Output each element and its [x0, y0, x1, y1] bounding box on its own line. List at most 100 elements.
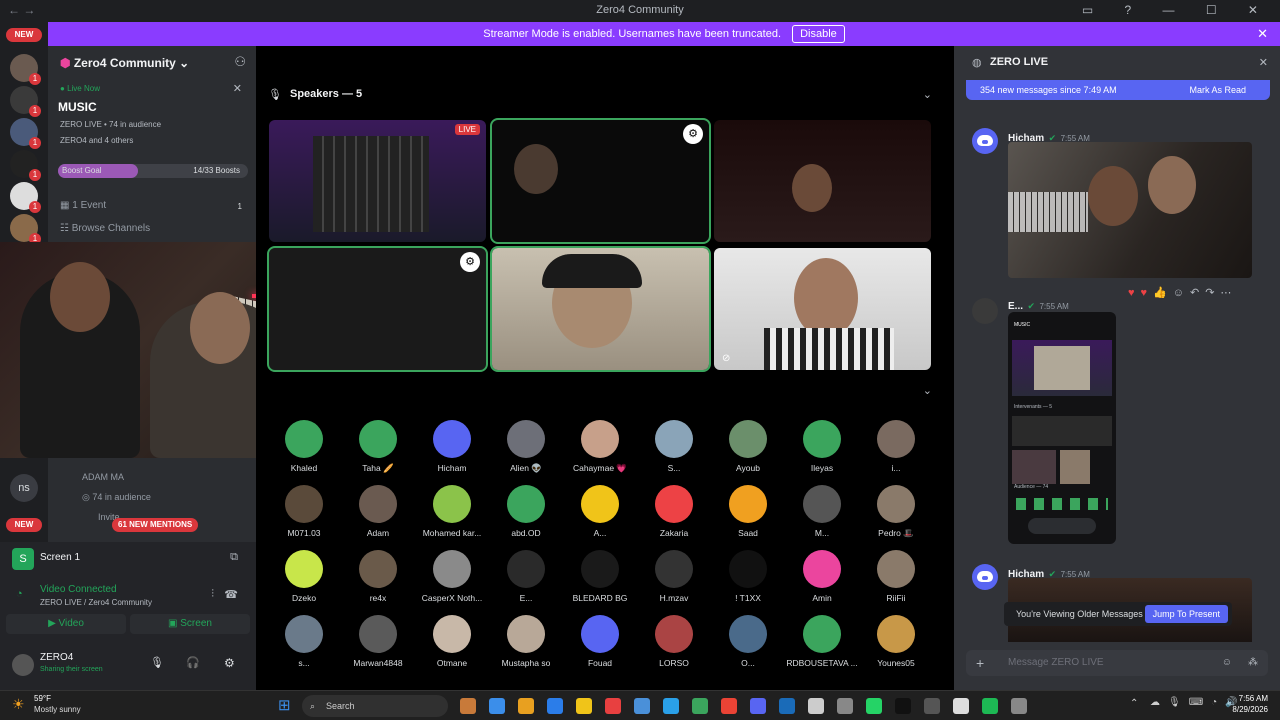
- browse-channels-row[interactable]: ☷ Browse Channels: [60, 223, 150, 234]
- taskbar-app-icon[interactable]: [547, 698, 563, 714]
- disconnect-icon[interactable]: ☎: [224, 588, 238, 601]
- audience-avatar[interactable]: [729, 615, 767, 653]
- audience-avatar[interactable]: [803, 485, 841, 523]
- taskbar-app-icon[interactable]: [663, 698, 679, 714]
- audience-avatar[interactable]: [507, 420, 545, 458]
- audience-avatar[interactable]: [803, 420, 841, 458]
- voice-user-adam[interactable]: ADAM MA: [82, 472, 124, 482]
- taskbar-app-icon[interactable]: [953, 698, 969, 714]
- audience-avatar[interactable]: [729, 420, 767, 458]
- audience-avatar[interactable]: [359, 420, 397, 458]
- server-icon[interactable]: 1: [10, 150, 41, 181]
- disable-button[interactable]: Disable: [792, 25, 845, 43]
- taskbar-app-icon[interactable]: [460, 698, 476, 714]
- server-icon[interactable]: 1: [10, 214, 41, 245]
- popout-icon[interactable]: ⧉: [230, 551, 238, 564]
- audience-avatar[interactable]: [433, 550, 471, 588]
- audience-avatar[interactable]: [877, 615, 915, 653]
- audience-avatar[interactable]: [507, 485, 545, 523]
- audience-avatar[interactable]: [433, 420, 471, 458]
- jump-to-present-button[interactable]: Jump To Present: [1144, 605, 1228, 623]
- taskbar-app-icon[interactable]: [866, 698, 882, 714]
- taskbar-app-icon[interactable]: [924, 698, 940, 714]
- mic-icon[interactable]: 🎙: [150, 656, 164, 669]
- taskbar-app-icon[interactable]: [779, 698, 795, 714]
- live-channel-name[interactable]: MUSIC: [58, 100, 97, 114]
- audience-avatar[interactable]: [655, 615, 693, 653]
- mark-as-read-button[interactable]: Mark As Read: [1189, 80, 1246, 100]
- taskbar-app-icon[interactable]: [721, 698, 737, 714]
- plus-icon[interactable]: +: [976, 650, 984, 676]
- taskbar-app-icon[interactable]: [895, 698, 911, 714]
- audience-avatar[interactable]: [285, 550, 323, 588]
- emoji-icon[interactable]: ☺: [1222, 650, 1232, 676]
- audience-avatar[interactable]: [655, 550, 693, 588]
- taskbar-app-icon[interactable]: [518, 698, 534, 714]
- server-name[interactable]: ⬢ Zero4 Community ⌄: [60, 56, 189, 70]
- audience-avatar[interactable]: [359, 550, 397, 588]
- taskbar-app-icon[interactable]: [692, 698, 708, 714]
- new-messages-bar[interactable]: 354 new messages since 7:49 AM Mark As R…: [966, 80, 1270, 100]
- window-controls[interactable]: ▭ ? — ☐ ✕: [1082, 3, 1272, 17]
- taskbar-app-icon[interactable]: [634, 698, 650, 714]
- close-icon[interactable]: ✕: [1257, 22, 1268, 46]
- events-row[interactable]: ▦ 1 Event: [60, 200, 106, 211]
- server-icon[interactable]: 1: [10, 86, 41, 117]
- video-button[interactable]: ▶ Video: [6, 614, 126, 634]
- audience-avatar[interactable]: [507, 615, 545, 653]
- server-icon[interactable]: 1: [10, 182, 41, 213]
- new-mentions-pill[interactable]: 61 NEW MENTIONS: [112, 518, 199, 532]
- avatar[interactable]: [972, 564, 998, 590]
- settings-gear-icon[interactable]: ⚙: [224, 656, 235, 670]
- audience-avatar[interactable]: [581, 615, 619, 653]
- taskbar-app-icon[interactable]: [982, 698, 998, 714]
- message-input[interactable]: + Message ZERO LIVE ☺ ⁂: [966, 650, 1268, 676]
- audience-avatar[interactable]: [655, 420, 693, 458]
- audience-avatar[interactable]: [285, 485, 323, 523]
- close-icon[interactable]: ✕: [233, 82, 242, 95]
- taskbar-app-icon[interactable]: [576, 698, 592, 714]
- taskbar-app-icon[interactable]: [808, 698, 824, 714]
- clock-time[interactable]: 7:56 AM: [1232, 694, 1268, 703]
- audience-avatar[interactable]: [655, 485, 693, 523]
- message-actions[interactable]: ♥♥👍☺↶↷⋯: [1128, 286, 1237, 299]
- audience-avatar[interactable]: [359, 615, 397, 653]
- noise-suppression-icon[interactable]: ⫶: [211, 588, 214, 601]
- audience-avatar[interactable]: [285, 420, 323, 458]
- voice-location[interactable]: ZERO LIVE / Zero4 Community: [40, 598, 152, 607]
- audience-avatar[interactable]: [729, 485, 767, 523]
- audience-avatar[interactable]: [803, 615, 841, 653]
- taskbar-app-icon[interactable]: [837, 698, 853, 714]
- audience-avatar[interactable]: [803, 550, 841, 588]
- avatar[interactable]: [972, 298, 998, 324]
- apps-icon[interactable]: ⁂: [1248, 650, 1258, 676]
- close-icon[interactable]: ✕: [1259, 56, 1268, 69]
- audience-avatar[interactable]: [581, 485, 619, 523]
- audience-avatar[interactable]: [877, 485, 915, 523]
- audience-avatar[interactable]: [433, 485, 471, 523]
- new-unread-pill[interactable]: NEW: [6, 518, 42, 532]
- taskbar-app-icon[interactable]: [605, 698, 621, 714]
- audience-avatar[interactable]: [729, 550, 767, 588]
- start-icon[interactable]: ⊞: [278, 696, 291, 714]
- message-image-phone[interactable]: MUSIC Intervenants — 5 Audience — 74: [1008, 312, 1116, 544]
- server-icon-ns[interactable]: ns: [10, 474, 38, 502]
- taskbar-app-icon[interactable]: [489, 698, 505, 714]
- tray-chevron-icon[interactable]: ⌃: [1130, 698, 1138, 709]
- screen-button[interactable]: ▣ Screen: [130, 614, 250, 634]
- boost-goal-bar[interactable]: Boost Goal 14/33 Boosts: [58, 164, 248, 178]
- audience-avatar[interactable]: [507, 550, 545, 588]
- add-user-icon[interactable]: ⚇: [234, 54, 246, 70]
- audience-avatar[interactable]: [359, 485, 397, 523]
- headphones-icon[interactable]: 🎧: [186, 656, 200, 669]
- taskbar-app-icon[interactable]: [1011, 698, 1027, 714]
- server-icon[interactable]: 1: [10, 118, 41, 149]
- audience-avatar[interactable]: [581, 420, 619, 458]
- avatar[interactable]: [12, 654, 34, 676]
- taskbar-search[interactable]: ⌕ Search: [302, 695, 448, 717]
- audience-avatar[interactable]: [877, 550, 915, 588]
- audience-avatar[interactable]: [581, 550, 619, 588]
- weather-temp[interactable]: 59°F: [34, 694, 51, 703]
- audience-avatar[interactable]: [285, 615, 323, 653]
- taskbar-app-icon[interactable]: [750, 698, 766, 714]
